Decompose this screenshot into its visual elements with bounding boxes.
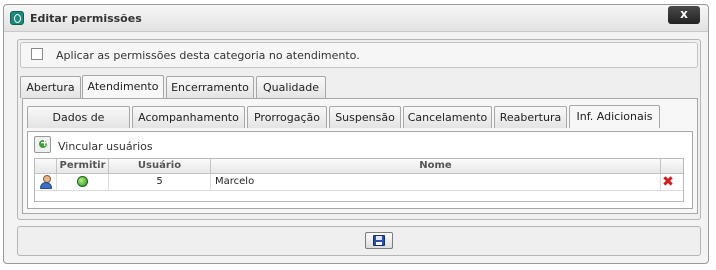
- save-button[interactable]: [365, 232, 393, 249]
- link-users-label[interactable]: Vincular usuários: [58, 140, 153, 153]
- atendimento-tab-content: Dados de abertura Acompanhamento Prorrog…: [22, 98, 698, 214]
- add-user-icon[interactable]: [34, 136, 51, 153]
- app-logo-icon: [10, 11, 24, 25]
- table-row[interactable]: 5 Marcelo ✖: [35, 174, 683, 191]
- header-nome[interactable]: Nome: [211, 159, 661, 173]
- header-icon-column: [35, 159, 57, 173]
- dialog-footer: [17, 226, 701, 256]
- floppy-disk-icon: [373, 235, 385, 246]
- subtab-reabertura[interactable]: Reabertura: [494, 106, 567, 128]
- subtab-cancelamento[interactable]: Cancelamento: [403, 106, 492, 128]
- header-action-column: [661, 159, 683, 173]
- subtab-prorrogacao[interactable]: Prorrogação: [247, 106, 327, 128]
- subtab-inf-adicionais[interactable]: Inf. Adicionais: [569, 105, 660, 128]
- row-delete-cell[interactable]: ✖: [661, 174, 683, 190]
- row-user-cell: [35, 174, 57, 190]
- grid-header: Permitir Usuário Nome: [35, 159, 683, 174]
- subtab-dados-de-abertura[interactable]: Dados de abertura: [27, 106, 130, 145]
- permissions-panel: Aplicar as permissões desta categoria no…: [17, 39, 701, 220]
- delete-x-icon[interactable]: ✖: [661, 175, 675, 189]
- close-button[interactable]: x: [668, 6, 700, 24]
- inf-adicionais-content: Vincular usuários Permitir Usuário Nome: [27, 131, 693, 209]
- green-status-icon[interactable]: [77, 176, 88, 187]
- apply-category-label: Aplicar as permissões desta categoria no…: [56, 49, 360, 62]
- row-nome-cell: Marcelo: [211, 174, 661, 190]
- tab-qualidade[interactable]: Qualidade: [256, 76, 326, 98]
- subtab-suspensao[interactable]: Suspensão: [329, 106, 401, 128]
- tab-atendimento[interactable]: Atendimento: [82, 75, 164, 98]
- tab-abertura[interactable]: Abertura: [20, 76, 81, 98]
- row-usuario-cell: 5: [109, 174, 211, 190]
- row-permitir-cell[interactable]: [57, 174, 109, 190]
- dialog-title: Editar permissões: [30, 12, 142, 25]
- header-usuario[interactable]: Usuário: [109, 159, 211, 173]
- apply-category-checkbox[interactable]: [31, 48, 43, 60]
- apply-category-row: Aplicar as permissões desta categoria no…: [20, 42, 698, 68]
- edit-permissions-dialog: Editar permissões x Aplicar as permissõe…: [3, 4, 709, 264]
- tab-encerramento[interactable]: Encerramento: [166, 76, 254, 98]
- user-icon: [39, 175, 53, 189]
- header-permitir[interactable]: Permitir: [57, 159, 109, 173]
- subtab-acompanhamento[interactable]: Acompanhamento: [132, 106, 245, 128]
- users-grid: Permitir Usuário Nome 5 Marcelo ✖: [34, 158, 684, 202]
- title-bar: Editar permissões x: [4, 5, 708, 32]
